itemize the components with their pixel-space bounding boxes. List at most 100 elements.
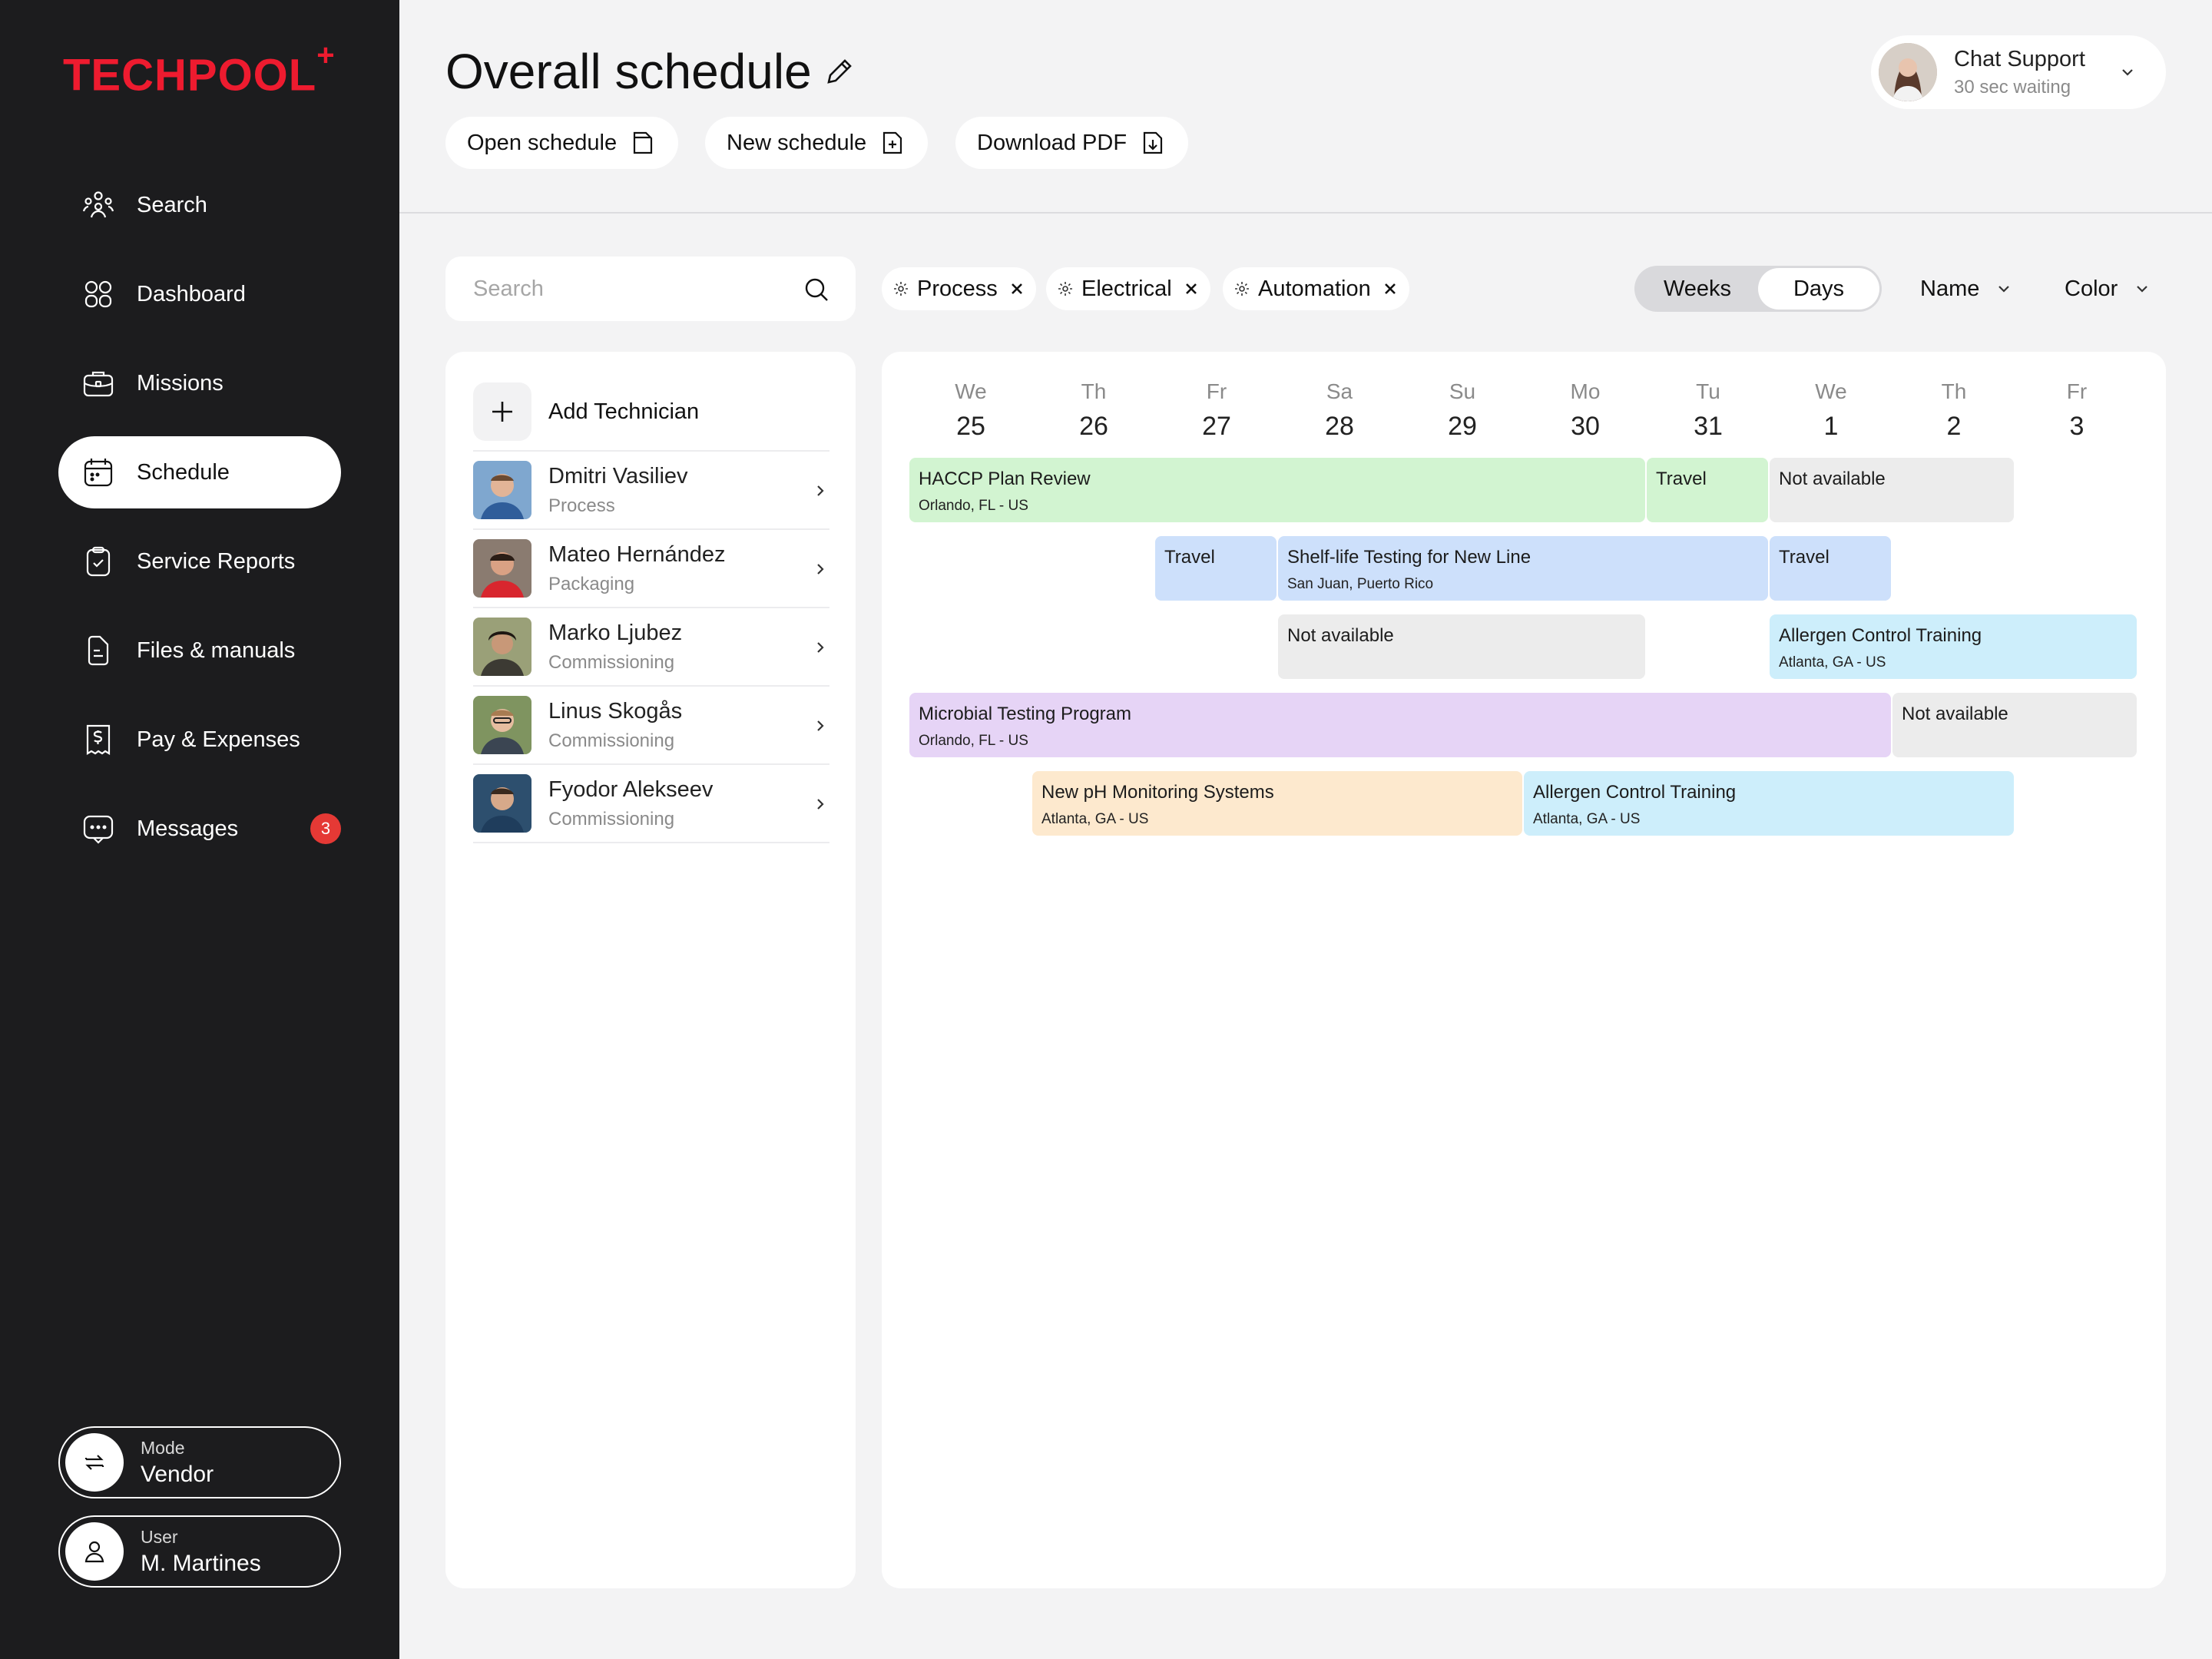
schedule-event[interactable]: Microbial Testing Program Orlando, FL - … xyxy=(909,693,1891,757)
sidebar-item-label: Dashboard xyxy=(137,281,246,306)
technician-role: Commissioning xyxy=(548,651,675,673)
technician-row[interactable]: Marko Ljubez Commissioning xyxy=(473,607,830,685)
schedule-event[interactable]: Travel xyxy=(1647,458,1768,522)
technician-role: Packaging xyxy=(548,573,635,594)
schedule-event[interactable]: HACCP Plan Review Orlando, FL - US xyxy=(909,458,1645,522)
event-title: Travel xyxy=(1164,547,1215,568)
gear-icon xyxy=(1235,282,1249,296)
day-of-week: Fr xyxy=(2066,379,2088,403)
technician-row[interactable]: Fyodor Alekseev Commissioning xyxy=(473,763,830,842)
sidebar-item-pay-expenses[interactable]: Pay & Expenses xyxy=(58,704,341,776)
event-location: Atlanta, GA - US xyxy=(1041,811,1149,827)
sidebar-item-label: Missions xyxy=(137,370,224,396)
technician-name: Dmitri Vasiliev xyxy=(548,463,688,488)
file-plus-icon xyxy=(883,131,902,154)
view-weeks-option[interactable]: Weeks xyxy=(1637,268,1758,310)
open-schedule-label: Open schedule xyxy=(467,130,618,155)
chevron-down-icon xyxy=(1998,286,2010,293)
document-icon xyxy=(88,635,109,666)
technician-panel: Add Technician Dmitri Vasiliev Process M… xyxy=(445,352,856,1588)
technician-search[interactable] xyxy=(445,257,856,321)
new-schedule-button[interactable]: New schedule xyxy=(705,117,929,169)
support-agent-avatar xyxy=(1879,43,1937,101)
sidebar-item-search[interactable]: Search xyxy=(58,169,341,241)
mode-switcher[interactable]: Mode Vendor xyxy=(58,1426,341,1498)
open-schedule-button[interactable]: Open schedule xyxy=(445,117,679,169)
search-icon[interactable] xyxy=(803,276,830,303)
technician-photo xyxy=(473,618,531,676)
sidebar-item-missions[interactable]: Missions xyxy=(58,347,341,419)
filter-chip-process[interactable]: Process xyxy=(882,267,1036,310)
technician-row[interactable]: Linus Skogås Commissioning xyxy=(473,685,830,763)
sort-name-label: Name xyxy=(1920,276,1980,301)
schedule-event[interactable]: Not available xyxy=(1770,458,2014,522)
messages-count-badge: 3 xyxy=(310,813,341,844)
day-header: Th 2 xyxy=(1892,379,2015,442)
calendar-icon xyxy=(84,459,113,487)
schedule-event[interactable]: Allergen Control Training Atlanta, GA - … xyxy=(1524,771,2014,836)
event-title: Shelf-life Testing for New Line xyxy=(1287,547,1532,568)
schedule-event[interactable]: Not available xyxy=(1278,614,1645,679)
schedule-event[interactable]: Shelf-life Testing for New Line San Juan… xyxy=(1278,536,1768,601)
color-dropdown[interactable]: Color xyxy=(2065,269,2151,309)
techpool-logo[interactable]: TECHPOOL+ xyxy=(63,38,336,101)
user-menu[interactable]: User M. Martines xyxy=(58,1515,341,1588)
close-icon[interactable] xyxy=(1382,280,1399,297)
day-header: Fr 27 xyxy=(1155,379,1278,442)
filter-chip-label: Automation xyxy=(1258,276,1371,301)
technician-role: Process xyxy=(548,495,615,516)
close-icon[interactable] xyxy=(1183,280,1200,297)
chevron-right-icon xyxy=(817,642,824,653)
filter-chip-electrical[interactable]: Electrical xyxy=(1046,267,1210,310)
schedule-event[interactable]: Allergen Control Training Atlanta, GA - … xyxy=(1770,614,2137,679)
schedule-event[interactable]: Travel xyxy=(1770,536,1891,601)
filter-chip-automation[interactable]: Automation xyxy=(1223,267,1409,310)
sidebar-item-label: Files & manuals xyxy=(137,637,296,663)
add-technician-button[interactable]: Add Technician xyxy=(473,382,699,441)
user-name: M. Martines xyxy=(141,1550,261,1576)
sidebar-item-label: Schedule xyxy=(137,459,230,485)
sidebar: TECHPOOL+ Search Dashboard Missions Sche… xyxy=(0,0,399,1659)
technician-photo xyxy=(473,696,531,754)
edit-pencil-icon[interactable] xyxy=(823,55,856,88)
download-pdf-button[interactable]: Download PDF xyxy=(955,117,1189,169)
event-title: Allergen Control Training xyxy=(1533,782,1737,803)
search-input[interactable] xyxy=(473,273,780,304)
download-pdf-label: Download PDF xyxy=(977,130,1128,155)
day-of-week: Fr xyxy=(1206,379,1227,403)
schedule-event[interactable]: Travel xyxy=(1155,536,1277,601)
event-location: Orlando, FL - US xyxy=(919,733,1028,749)
sidebar-item-files[interactable]: Files & manuals xyxy=(58,614,341,687)
schedule-event[interactable]: Not available xyxy=(1892,693,2137,757)
sort-name-dropdown[interactable]: Name xyxy=(1920,269,2013,309)
day-of-week: Th xyxy=(1941,379,1967,403)
chat-support-title: Chat Support xyxy=(1954,46,2085,71)
day-header: We 1 xyxy=(1770,379,1892,442)
day-header: Fr 3 xyxy=(2015,379,2138,442)
gear-icon xyxy=(1058,282,1072,296)
chat-support-widget[interactable]: Chat Support 30 sec waiting xyxy=(1871,35,2166,109)
view-days-option[interactable]: Days xyxy=(1758,268,1879,310)
add-technician-label: Add Technician xyxy=(548,399,700,424)
close-icon[interactable] xyxy=(1008,280,1025,297)
user-icon xyxy=(65,1522,124,1581)
technician-row[interactable]: Mateo Hernández Packaging xyxy=(473,528,830,607)
chevron-down-icon xyxy=(2122,69,2133,76)
technician-row[interactable]: Dmitri Vasiliev Process xyxy=(473,450,830,528)
day-date: 29 xyxy=(1448,412,1477,441)
day-date: 28 xyxy=(1325,412,1354,441)
technician-role: Commissioning xyxy=(548,730,675,751)
event-location: Orlando, FL - US xyxy=(919,498,1028,514)
technician-name: Mateo Hernández xyxy=(548,541,726,567)
day-date: 30 xyxy=(1571,412,1600,441)
day-of-week: We xyxy=(1815,379,1847,403)
sidebar-item-label: Pay & Expenses xyxy=(137,727,300,752)
sidebar-item-schedule[interactable]: Schedule xyxy=(58,436,341,508)
sidebar-item-service-reports[interactable]: Service Reports xyxy=(58,525,341,598)
page-header: Overall schedule Open schedule New sched… xyxy=(399,0,2212,214)
sidebar-item-messages[interactable]: Messages 3 xyxy=(58,793,341,865)
schedule-event[interactable]: New pH Monitoring Systems Atlanta, GA - … xyxy=(1032,771,1522,836)
day-of-week: Su xyxy=(1449,379,1476,403)
sidebar-item-dashboard[interactable]: Dashboard xyxy=(58,258,341,330)
file-download-icon xyxy=(1143,131,1163,154)
